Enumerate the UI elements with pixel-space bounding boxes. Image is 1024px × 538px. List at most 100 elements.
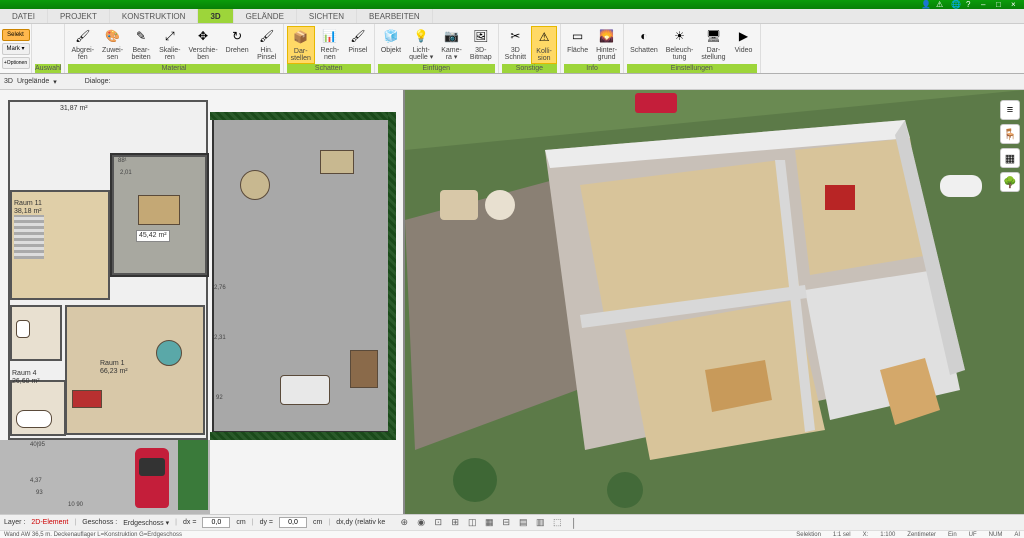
status-selection: Selektion [796, 532, 821, 538]
hedge-border [210, 112, 396, 120]
center-area-label: 45,42 m² [136, 230, 170, 242]
layer-value[interactable]: 2D-Element [31, 519, 68, 526]
ribbon-group-schatten: 📦Dar- stellen📊Rech- nen🖌PinselSchatten [284, 24, 375, 73]
room-4-label: Raum 426,60 m² [12, 370, 40, 387]
tab-konstruktion[interactable]: KONSTRUKTION [110, 9, 199, 23]
dy-input[interactable] [279, 517, 307, 528]
view-3d[interactable]: ≡ 🪑 ▦ 🌳 [405, 90, 1024, 514]
floor-label: Geschoss : [82, 519, 117, 526]
sub-toolbar: 3D Urgelände ▾ Dialoge: [0, 74, 1024, 90]
ribbon-material-2[interactable]: ✎Bear- beiten [128, 26, 154, 64]
ribbon-einfügen-0[interactable]: 🧊Objekt [378, 26, 404, 64]
bottom-tool-2[interactable]: ⊡ [431, 516, 445, 530]
3d-icon: ✂ [506, 27, 524, 45]
cabinet [350, 350, 378, 388]
umbrella-icon [156, 340, 182, 366]
ribbon-info-1[interactable]: 🌄Hinter- grund [593, 26, 620, 64]
tab-sichten[interactable]: SICHTEN [297, 9, 357, 23]
layer-label: Layer : [4, 519, 25, 526]
tab-bearbeiten[interactable]: BEARBEITEN [357, 9, 433, 23]
options-button[interactable]: +Optionen [2, 57, 30, 69]
video-icon: ▶ [735, 27, 753, 45]
close-icon[interactable]: × [1011, 0, 1020, 9]
furniture-icon[interactable]: 🪑 [1000, 124, 1020, 144]
status-scale2: 1:100 [880, 532, 895, 538]
bottom-tool-7[interactable]: ▤ [516, 516, 530, 530]
ribbon-schatten-2[interactable]: 🖌Pinsel [345, 26, 371, 64]
ribbon-einfügen-1[interactable]: 💡Licht- quelle ▾ [406, 26, 436, 64]
tree-icon[interactable]: 🌳 [1000, 172, 1020, 192]
mark-button[interactable]: Mark ▾ [2, 43, 30, 55]
tab-datei[interactable]: DATEI [0, 9, 48, 23]
bottom-tool-5[interactable]: ▦ [482, 516, 496, 530]
ribbon-schatten-0[interactable]: 📦Dar- stellen [287, 26, 315, 64]
ribbon-material-5[interactable]: ↻Drehen [223, 26, 252, 64]
ribbon-material-0[interactable]: 🖌Abgrei- fen [68, 26, 97, 64]
floor-value[interactable]: Erdgeschoss ▾ [123, 519, 169, 527]
ribbon-material-1[interactable]: 🎨Zuwei- sen [99, 26, 126, 64]
ribbon-einstellungen-0[interactable]: ◐Schatten [627, 26, 661, 64]
minimize-icon[interactable]: – [981, 0, 990, 9]
ribbon-group-einfügen: 🧊Objekt💡Licht- quelle ▾📷Kame- ra ▾🖼3D- B… [375, 24, 499, 73]
ribbon-einfügen-3[interactable]: 🖼3D- Bitmap [467, 26, 495, 64]
ribbon-material-3[interactable]: ⤢Skalie- ren [156, 26, 183, 64]
ribbon-info-0[interactable]: ▭Fläche [564, 26, 591, 64]
status-snap: Ein [948, 532, 957, 538]
ribbon-item-label: Fläche [567, 47, 588, 54]
ribbon-item-label: Zuwei- sen [102, 47, 123, 61]
ribbon-einstellungen-1[interactable]: ☀Beleuch- tung [663, 26, 697, 64]
bottom-tool-9[interactable]: ⬚ [550, 516, 564, 530]
ribbon-einfügen-2[interactable]: 📷Kame- ra ▾ [438, 26, 465, 64]
maximize-icon[interactable]: □ [996, 0, 1005, 9]
ribbon-einstellungen-2[interactable]: 🖥Dar- stellung [698, 26, 728, 64]
layers-icon[interactable]: ≡ [1000, 100, 1020, 120]
ribbon-item-label: Beleuch- tung [666, 47, 694, 61]
unit-label-2: cm [313, 519, 322, 526]
bottom-tool-6[interactable]: ⊟ [499, 516, 513, 530]
tab-gelaende[interactable]: GELÄNDE [234, 9, 297, 23]
patio-table-1 [240, 170, 270, 200]
dining-table [138, 195, 180, 225]
ribbon-item-label: Drehen [226, 47, 249, 54]
area-top-label: 31,87 m² [60, 105, 88, 113]
bottom-tool-0[interactable]: ⊕ [397, 516, 411, 530]
select-button[interactable]: Selekt [2, 29, 30, 41]
bottom-tool-10[interactable]: │ [567, 516, 581, 530]
ribbon-material-4[interactable]: ✥Verschie- ben [185, 26, 220, 64]
bottom-toolbar: Layer : 2D-Element | Geschoss : Erdgesch… [0, 514, 1024, 530]
ribbon-item-label: 3D- Bitmap [470, 47, 492, 61]
ribbon-group-label: Einstellungen [627, 64, 756, 73]
ribbon-sonstige-0[interactable]: ✂3D Schnitt [502, 26, 529, 64]
bottom-tool-1[interactable]: ◉ [414, 516, 428, 530]
view-tools: ≡ 🪑 ▦ 🌳 [1000, 100, 1020, 192]
view-2d[interactable]: 31,87 m² Raum 1138,18 m² 45,42 m² 2,01 8… [0, 90, 405, 514]
ribbon-material-6[interactable]: 🖌Hin. Pinsel [254, 26, 280, 64]
ribbon-schatten-1[interactable]: 📊Rech- nen [317, 26, 343, 64]
room-1 [65, 305, 205, 435]
terrain-label: Urgelände [17, 78, 49, 85]
patio-chairs [280, 375, 330, 405]
surface-icon[interactable]: ▦ [1000, 148, 1020, 168]
warning-icon[interactable]: ⚠ [936, 0, 945, 9]
ribbon-sonstige-1[interactable]: ⚠Kolli- sion [531, 26, 557, 64]
tab-projekt[interactable]: PROJEKT [48, 9, 110, 23]
ribbon-item-label: Dar- stellen [291, 48, 311, 62]
bottom-tool-8[interactable]: ▥ [533, 516, 547, 530]
stairs-icon [14, 215, 44, 259]
dropdown-icon[interactable]: ▾ [53, 78, 57, 86]
ribbon-einstellungen-3[interactable]: ▶Video [731, 26, 757, 64]
ribbon-group-label: Schatten [287, 64, 371, 73]
tab-3d[interactable]: 3D [198, 9, 233, 23]
mode-label: 3D [4, 78, 13, 85]
status-left: Wand AW 36,5 m. Deckenauflager L=Konstru… [4, 532, 182, 538]
globe-icon[interactable]: 🌐 [951, 0, 960, 9]
user-icon[interactable]: 👤 [921, 0, 930, 9]
bottom-tool-3[interactable]: ⊞ [448, 516, 462, 530]
bottom-tool-4[interactable]: ◫ [465, 516, 479, 530]
dx-input[interactable] [202, 517, 230, 528]
status-scale1: 1:1 sel [833, 532, 851, 538]
unit-label: cm [236, 519, 245, 526]
help-icon[interactable]: ? [966, 0, 975, 9]
dar--icon: 🖥 [704, 27, 722, 45]
kolli--icon: ⚠ [535, 28, 553, 46]
